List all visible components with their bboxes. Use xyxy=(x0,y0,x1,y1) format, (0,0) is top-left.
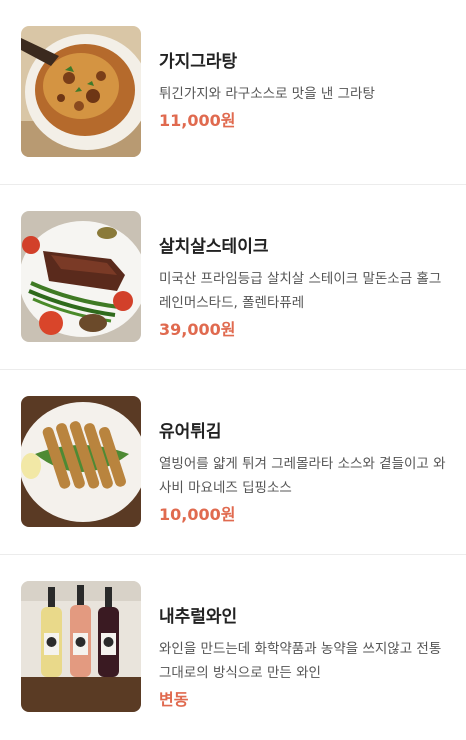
menu-item-price: 39,000원 xyxy=(159,320,236,339)
menu-item-description: 미국산 프라임등급 살치살 스테이크 말돈소금 홀그레인머스타드, 폴렌타퓨레 xyxy=(159,271,442,311)
menu-item-eggplant-gratin[interactable]: 가지그라탕 튀긴가지와 라구소스로 맛을 낸 그라탕 11,000원 xyxy=(0,0,466,185)
eggplant-gratin-photo xyxy=(21,26,141,157)
menu-item-steak[interactable]: 살치살스테이크 미국산 프라임등급 살치살 스테이크 말돈소금 홀그레인머스타드… xyxy=(0,185,466,370)
fried-fish-photo xyxy=(21,396,141,527)
menu-item-fried-fish[interactable]: 유어튀김 열빙어를 얇게 튀겨 그레몰라타 소스와 곁들이고 와사비 마요네즈 … xyxy=(0,370,466,555)
menu-item-description: 열빙어를 얇게 튀겨 그레몰라타 소스와 곁들이고 와사비 마요네즈 딥핑소스 xyxy=(159,456,446,496)
menu-item-name: 내추럴와인 xyxy=(159,607,238,627)
menu-item-price: 11,000원 xyxy=(159,111,236,130)
menu-item-natural-wine[interactable]: 내추럴와인 와인을 만드는데 화학약품과 농약을 쓰지않고 전통그대로의 방식으… xyxy=(0,555,466,740)
menu-item-description: 튀긴가지와 라구소스로 맛을 낸 그라탕 xyxy=(159,86,375,102)
steak-photo xyxy=(21,211,141,342)
menu-item-name: 살치살스테이크 xyxy=(159,237,269,257)
menu-item-price: 10,000원 xyxy=(159,505,236,524)
menu-list: 가지그라탕 튀긴가지와 라구소스로 맛을 낸 그라탕 11,000원 살치살스테… xyxy=(0,0,466,740)
wine-bottles-photo xyxy=(21,581,141,712)
menu-item-description: 와인을 만드는데 화학약품과 농약을 쓰지않고 전통그대로의 방식으로 만든 와… xyxy=(159,641,442,681)
menu-item-price: 변동 xyxy=(159,690,189,709)
menu-item-name: 유어튀김 xyxy=(159,422,222,442)
menu-item-name: 가지그라탕 xyxy=(159,52,238,72)
